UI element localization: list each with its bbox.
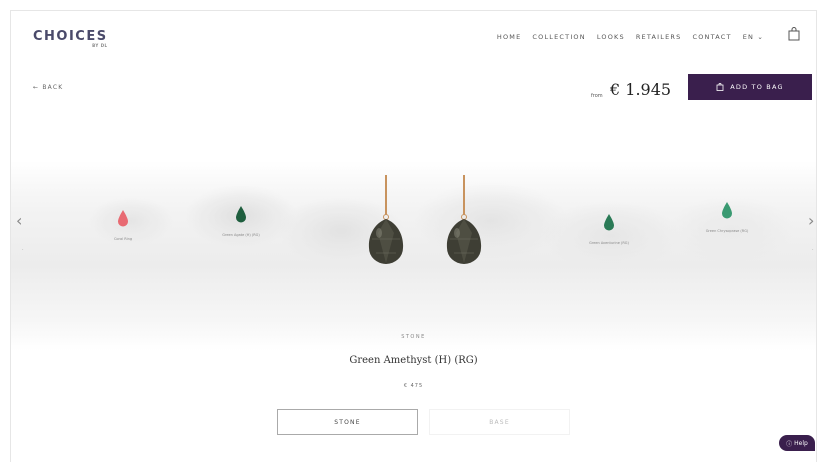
nav-looks[interactable]: LOOKS — [597, 33, 625, 41]
next-arrow-icon[interactable]: › — [808, 211, 814, 230]
product-price: € 1.945 — [610, 80, 672, 99]
main-nav: HOME COLLECTION LOOKS RETAILERS CONTACT … — [497, 33, 764, 41]
shopping-bag-icon[interactable] — [787, 27, 801, 41]
offscreen-stone-left: · — [22, 247, 24, 253]
stone-drop-icon — [236, 206, 246, 223]
stone-option-label: Coral Ring — [113, 237, 133, 241]
nav-contact[interactable]: CONTACT — [692, 33, 731, 41]
add-to-bag-label: ADD TO BAG — [730, 83, 784, 91]
earring-right — [446, 175, 482, 264]
stone-drop-icon — [604, 214, 614, 231]
stone-option-label: Green Aventurine (RG) — [589, 241, 629, 245]
nav-retailers[interactable]: RETAILERS — [636, 33, 682, 41]
back-link[interactable]: ← BACK — [33, 84, 63, 91]
language-select[interactable]: EN ⌄ — [743, 33, 764, 41]
stone-drop-icon — [118, 210, 128, 227]
earring-left — [368, 175, 404, 264]
bag-icon — [716, 83, 724, 91]
stone-option-green-chrysoprase[interactable]: Green Chrysoprase (RG) — [699, 201, 755, 233]
add-to-bag-button[interactable]: ADD TO BAG — [688, 74, 812, 100]
stone-option-label: Green Agate (H) (RG) — [222, 233, 260, 237]
stone-option-green-aventurine[interactable]: Green Aventurine (RG) — [577, 213, 641, 245]
brand-logo[interactable]: CHOICES BY DL — [33, 29, 108, 48]
page-frame: CHOICES BY DL HOME COLLECTION LOOKS RETA… — [10, 10, 817, 462]
background-landscape — [11, 161, 816, 351]
tab-base[interactable]: BASE — [429, 409, 570, 435]
selected-stone-name: Green Amethyst (H) (RG) — [349, 355, 478, 366]
selected-category: STONE — [401, 334, 426, 340]
help-button[interactable]: ⓘ Help — [779, 435, 815, 451]
nav-collection[interactable]: COLLECTION — [532, 33, 585, 41]
stone-drop-icon — [722, 202, 732, 219]
stone-option-coral[interactable]: Coral Ring — [95, 209, 151, 241]
help-label: Help — [794, 439, 808, 447]
logo-text: CHOICES — [33, 29, 108, 44]
stone-option-green-agate[interactable]: Green Agate (H) (RG) — [211, 205, 271, 237]
prev-arrow-icon[interactable]: ‹ — [16, 211, 22, 230]
tab-stone[interactable]: STONE — [277, 409, 418, 435]
question-icon: ⓘ — [786, 440, 793, 448]
selected-stone-price: € 475 — [403, 383, 424, 389]
nav-home[interactable]: HOME — [497, 33, 522, 41]
price-prefix: from — [591, 93, 603, 99]
offscreen-stone-right: · — [812, 247, 814, 253]
stone-option-label: Green Chrysoprase (RG) — [705, 229, 749, 233]
product-stage: ‹ › · · Coral Ring Green Agate (H) (RG) — [11, 161, 816, 351]
